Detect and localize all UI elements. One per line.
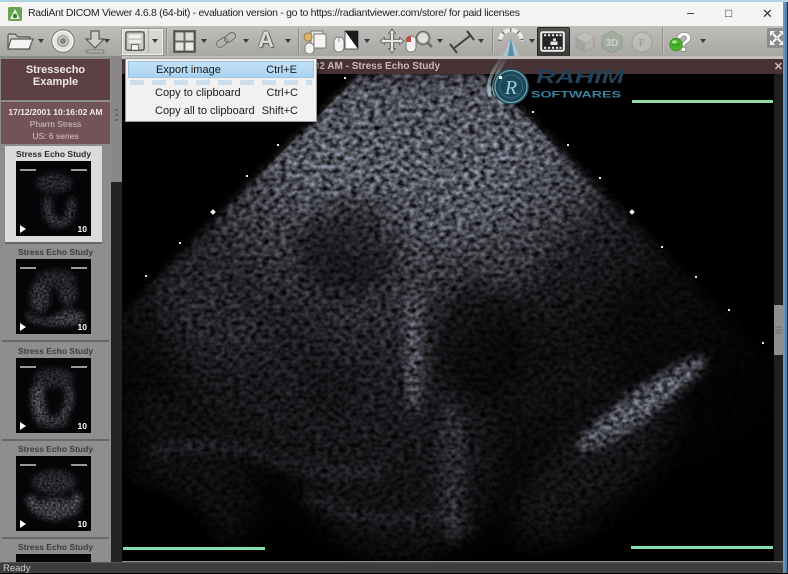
svg-text:R: R <box>504 77 517 99</box>
svg-text:RAHIM: RAHIM <box>536 67 625 87</box>
svg-text:SOFTWARES: SOFTWARES <box>531 90 621 101</box>
svg-text:3D: 3D <box>606 38 619 49</box>
svg-text:F: F <box>639 37 646 49</box>
